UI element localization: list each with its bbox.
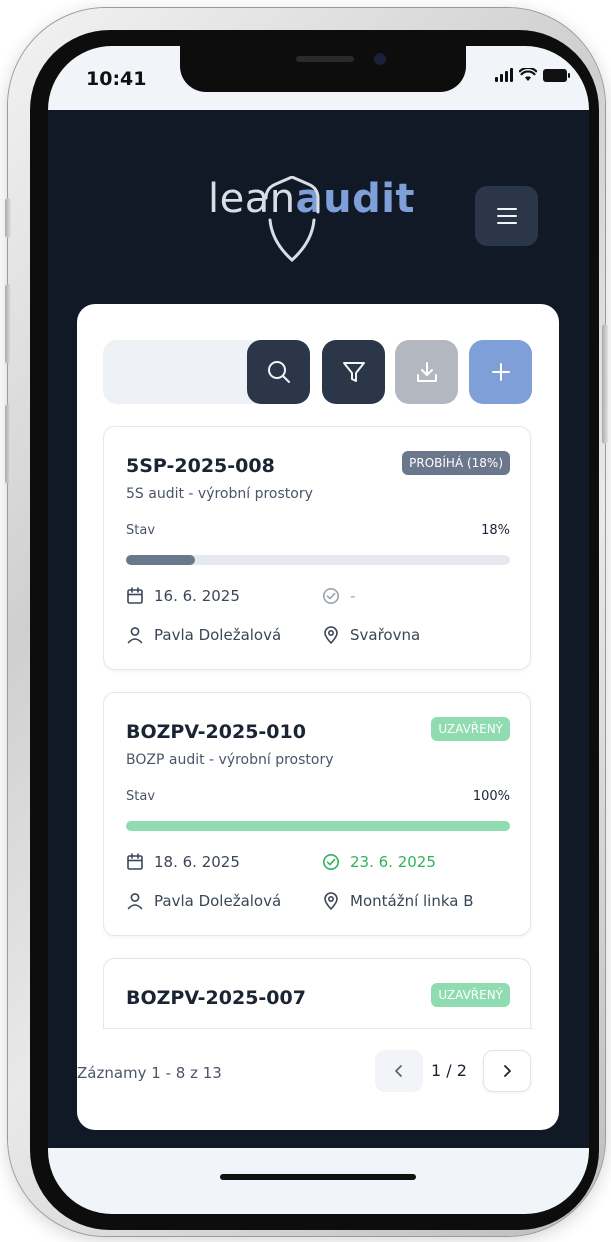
audit-list: 5SP-2025-008 PROBÍHÁ (18%) 5S audit - vý… (103, 426, 533, 1028)
wifi-icon (519, 68, 537, 81)
audit-card[interactable]: 5SP-2025-008 PROBÍHÁ (18%) 5S audit - vý… (103, 426, 531, 670)
check-circle-icon (323, 588, 339, 604)
audit-list-panel: 5SP-2025-008 PROBÍHÁ (18%) 5S audit - vý… (77, 304, 559, 1130)
audit-card[interactable]: BOZPV-2025-010 UZAVŘENÝ BOZP audit - výr… (103, 692, 531, 936)
front-camera (374, 53, 386, 65)
closed-date-row: 23. 6. 2025 (322, 853, 436, 871)
status-time: 10:41 (86, 68, 147, 90)
search-icon (267, 361, 290, 383)
calendar-icon (127, 587, 143, 604)
location-pin-icon (324, 626, 338, 644)
auditor-name: Pavla Doležalová (154, 892, 282, 910)
page-indicator: 1 / 2 (431, 1061, 467, 1080)
filter-icon (342, 362, 365, 382)
mute-switch (5, 198, 11, 238)
auditor-name: Pavla Doležalová (154, 626, 282, 644)
notch (180, 46, 466, 92)
speaker-grille (296, 56, 354, 62)
location-row: Montážní linka B (322, 892, 474, 910)
phone-frame: 10:41 leanaudit 5SP-2025-008 PROBÍHÁ (18… (5, 8, 608, 1236)
closed-date: 23. 6. 2025 (350, 853, 436, 871)
progress-track (126, 821, 510, 831)
audit-code: 5SP-2025-008 (126, 455, 275, 477)
progress-track (126, 555, 510, 565)
auditor-row: Pavla Doležalová (126, 626, 281, 644)
download-icon (416, 362, 437, 382)
previous-page-button[interactable] (375, 1050, 423, 1092)
location-name: Svařovna (350, 626, 421, 644)
calendar-icon (127, 853, 143, 870)
status-badge: PROBÍHÁ (18%) (402, 451, 510, 475)
hamburger-icon-line (496, 215, 517, 217)
progress-label: Stav (126, 523, 156, 538)
progress-label: Stav (126, 789, 156, 804)
audit-code: BOZPV-2025-007 (126, 987, 306, 1009)
status-icons (495, 68, 570, 82)
location-pin-icon (324, 892, 338, 910)
user-icon (127, 893, 143, 910)
progress-percent: 18% (481, 523, 510, 538)
app-screen: 10:41 leanaudit 5SP-2025-008 PROBÍHÁ (18… (48, 46, 589, 1214)
bottom-safe-area (48, 1148, 589, 1214)
audit-card[interactable]: BOZPV-2025-007 UZAVŘENÝ (103, 958, 531, 1028)
auditor-row: Pavla Doležalová (126, 892, 281, 910)
audit-date: 18. 6. 2025 (154, 853, 240, 871)
audit-subtitle: BOZP audit - výrobní prostory (126, 752, 334, 768)
location-row: Svařovna (322, 626, 420, 644)
user-icon (127, 627, 143, 644)
battery-icon (543, 69, 570, 82)
status-badge: UZAVŘENÝ (431, 717, 510, 741)
add-audit-button[interactable] (469, 340, 532, 404)
progress-fill (126, 821, 510, 831)
volume-up-button (5, 284, 11, 364)
progress-fill (126, 555, 196, 565)
progress-percent: 100% (472, 789, 510, 804)
status-badge: UZAVŘENÝ (431, 983, 510, 1007)
plus-icon (491, 363, 510, 381)
next-page-button[interactable] (483, 1050, 531, 1092)
audit-date-row: 18. 6. 2025 (126, 853, 240, 871)
footer-divider (103, 1028, 533, 1029)
audit-code: BOZPV-2025-010 (126, 721, 306, 743)
pagination: 1 / 2 (375, 1050, 531, 1092)
hamburger-icon (496, 208, 517, 210)
closed-date: - (350, 587, 356, 605)
closed-date-row: - (322, 587, 355, 605)
chevron-right-icon (504, 1065, 511, 1077)
filter-button[interactable] (322, 340, 385, 404)
toolbar (103, 340, 533, 404)
shield-logo-icon (264, 176, 320, 262)
audit-subtitle: 5S audit - výrobní prostory (126, 486, 313, 502)
search-button[interactable] (247, 340, 310, 404)
volume-down-button (5, 404, 11, 484)
audit-date: 16. 6. 2025 (154, 587, 240, 605)
cellular-signal-icon (495, 68, 513, 82)
location-name: Montážní linka B (350, 892, 474, 910)
check-circle-icon (323, 854, 339, 870)
audit-date-row: 16. 6. 2025 (126, 587, 240, 605)
download-button[interactable] (395, 340, 458, 404)
hamburger-icon-line (496, 222, 517, 224)
home-indicator[interactable] (220, 1174, 416, 1180)
records-count: Záznamy 1 - 8 z 13 (77, 1064, 222, 1082)
chevron-left-icon (395, 1065, 402, 1077)
menu-button[interactable] (475, 186, 538, 246)
power-button (602, 324, 608, 444)
